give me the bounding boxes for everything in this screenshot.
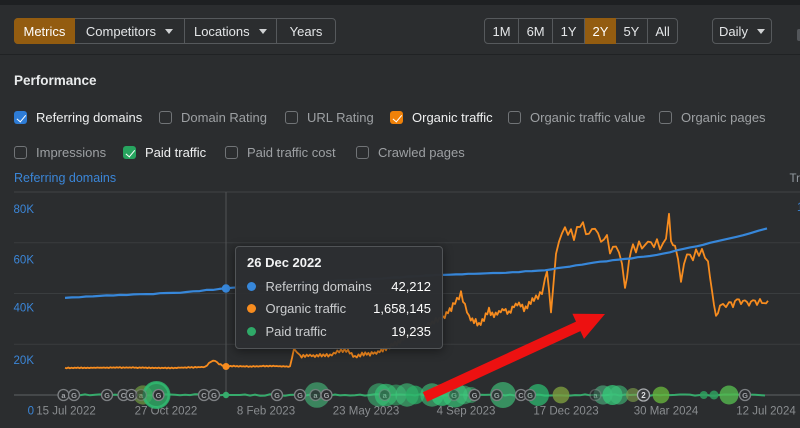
svg-text:G: G [156, 391, 162, 400]
svg-text:G: G [451, 391, 457, 400]
svg-text:17 Dec 2023: 17 Dec 2023 [533, 406, 598, 418]
svg-text:8 Feb 2023: 8 Feb 2023 [237, 406, 295, 418]
svg-text:G: G [324, 391, 330, 400]
svg-text:Referring domains: Referring domains [14, 171, 116, 185]
svg-text:C: C [201, 391, 207, 400]
svg-text:40K: 40K [14, 303, 35, 315]
svg-text:C: C [518, 391, 524, 400]
svg-text:G: G [494, 391, 500, 400]
svg-text:27 Oct 2022: 27 Oct 2022 [135, 406, 198, 418]
svg-text:30 Mar 2024: 30 Mar 2024 [634, 406, 699, 418]
svg-text:20K: 20K [14, 355, 35, 367]
svg-text:80K: 80K [14, 204, 35, 216]
svg-text:G: G [274, 391, 280, 400]
svg-text:G: G [211, 391, 217, 400]
svg-text:G: G [472, 391, 478, 400]
svg-text:G: G [71, 391, 77, 400]
svg-text:60K: 60K [14, 255, 35, 267]
svg-text:G: G [104, 391, 110, 400]
svg-text:G: G [297, 391, 303, 400]
svg-text:15 Jul 2022: 15 Jul 2022 [36, 406, 95, 418]
svg-text:2: 2 [641, 391, 646, 400]
svg-text:0: 0 [28, 406, 34, 418]
svg-text:Tra: Tra [790, 173, 800, 185]
svg-text:G: G [742, 391, 748, 400]
svg-text:G: G [129, 391, 135, 400]
svg-text:12 Jul 2024: 12 Jul 2024 [736, 406, 796, 418]
svg-text:4 Sep 2023: 4 Sep 2023 [437, 406, 496, 418]
svg-text:G: G [527, 391, 533, 400]
svg-text:23 May 2023: 23 May 2023 [333, 406, 400, 418]
